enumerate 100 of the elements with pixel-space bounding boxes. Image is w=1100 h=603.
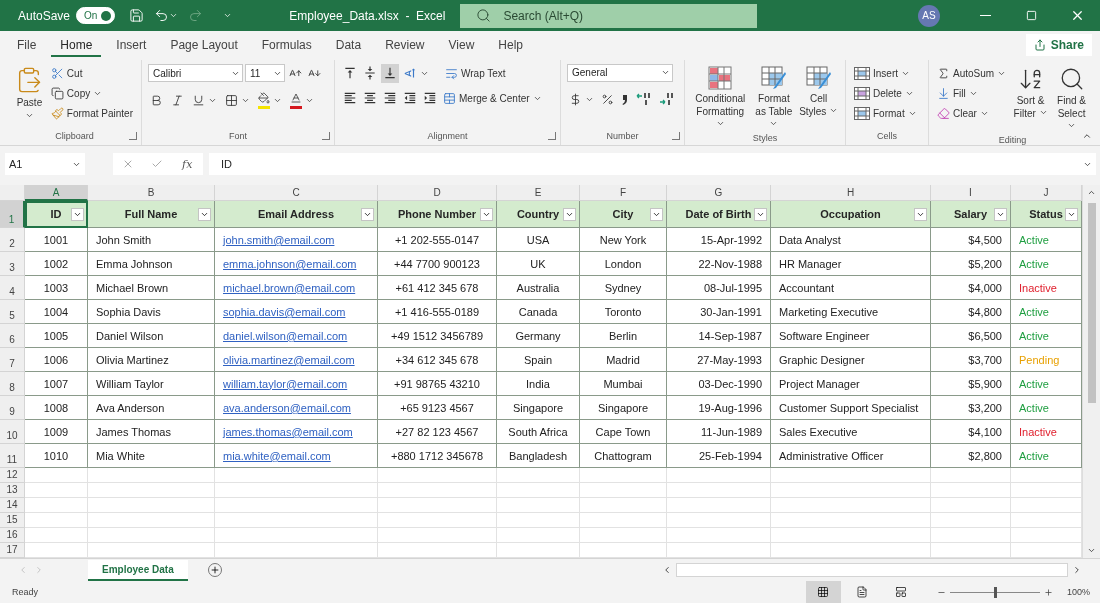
paste-button[interactable]: Paste	[14, 63, 45, 131]
menu-tab[interactable]: Help	[489, 33, 532, 57]
empty-cell[interactable]	[215, 483, 378, 499]
cells-button[interactable]: Insert	[852, 63, 919, 83]
menu-tab[interactable]: Data	[326, 33, 371, 57]
empty-cell[interactable]	[771, 528, 931, 544]
empty-cell[interactable]	[215, 513, 378, 529]
scroll-right-icon[interactable]	[1072, 565, 1082, 576]
filter-button[interactable]	[480, 208, 493, 222]
customize-toolbar-button[interactable]	[223, 11, 233, 20]
empty-cell[interactable]	[88, 468, 215, 484]
column-header[interactable]: I	[931, 185, 1011, 202]
empty-cell[interactable]	[215, 498, 378, 514]
row-number[interactable]: 6	[0, 324, 25, 349]
empty-cell[interactable]	[88, 543, 215, 559]
scroll-thumb[interactable]	[1087, 203, 1096, 404]
clear-button[interactable]: Clear	[935, 103, 1009, 123]
empty-cell[interactable]	[497, 468, 580, 484]
menu-tab[interactable]: Page Layout	[161, 33, 247, 57]
column-header[interactable]: B	[88, 185, 215, 202]
row-number[interactable]: 10	[0, 420, 25, 445]
email-link[interactable]: daniel.wilson@email.com	[223, 329, 348, 342]
empty-cell[interactable]	[378, 543, 497, 559]
empty-cell[interactable]	[580, 468, 667, 484]
user-avatar[interactable]: AS	[918, 4, 940, 27]
scroll-left-icon[interactable]	[662, 565, 672, 576]
cut-button[interactable]: Cut	[48, 63, 135, 83]
email-link[interactable]: william.taylor@email.com	[223, 377, 348, 390]
empty-cell[interactable]	[580, 543, 667, 559]
column-header[interactable]: E	[497, 185, 580, 202]
empty-cell[interactable]	[88, 498, 215, 514]
email-link[interactable]: michael.brown@email.com	[223, 281, 356, 294]
column-header[interactable]: F	[580, 185, 667, 202]
empty-cell[interactable]	[580, 498, 667, 514]
column-header[interactable]: C	[215, 185, 378, 202]
search-field[interactable]: Search (Alt+Q)	[460, 3, 758, 28]
row-number[interactable]: 13	[0, 483, 25, 499]
autosum-button[interactable]: AutoSum	[935, 63, 1009, 83]
filter-button[interactable]	[198, 208, 211, 222]
row-number[interactable]: 15	[0, 513, 25, 529]
merge-center-button[interactable]: Merge & Center	[441, 88, 544, 108]
empty-cell[interactable]	[88, 528, 215, 544]
row-number[interactable]: 14	[0, 498, 25, 514]
empty-cell[interactable]	[667, 513, 771, 529]
menu-tab[interactable]: File	[8, 33, 46, 57]
sort-filter-button[interactable]: Sort & Filter	[1012, 63, 1050, 135]
row-number[interactable]: 8	[0, 372, 25, 397]
zoom-thumb[interactable]	[993, 586, 997, 598]
filter-button[interactable]	[754, 208, 767, 222]
filter-button[interactable]	[361, 208, 374, 222]
autosave-toggle[interactable]: On	[76, 7, 116, 24]
empty-cell[interactable]	[771, 498, 931, 514]
empty-cell[interactable]	[667, 468, 771, 484]
dialog-launcher-icon[interactable]	[672, 131, 680, 140]
empty-cell[interactable]	[215, 543, 378, 559]
filter-button[interactable]	[1065, 208, 1078, 222]
redo-button[interactable]	[188, 8, 204, 23]
empty-cell[interactable]	[931, 468, 1011, 484]
empty-cell[interactable]	[215, 528, 378, 544]
email-link[interactable]: sophia.davis@email.com	[223, 305, 346, 318]
share-button[interactable]: Share	[1025, 34, 1092, 57]
menu-tab[interactable]: View	[439, 33, 484, 57]
insert-function-button[interactable]: fx	[180, 157, 195, 171]
row-number[interactable]: 11	[0, 444, 25, 469]
column-header[interactable]: A	[25, 185, 88, 202]
column-header[interactable]: D	[378, 185, 497, 202]
copy-button[interactable]: Copy	[48, 83, 135, 103]
horizontal-scrollbar[interactable]	[676, 563, 1068, 578]
empty-cell[interactable]	[215, 468, 378, 484]
empty-cell[interactable]	[378, 528, 497, 544]
wrap-text-button[interactable]: Wrap Text	[443, 63, 508, 83]
email-link[interactable]: james.thomas@email.com	[223, 425, 353, 438]
style-button[interactable]: Conditional Formatting	[691, 63, 750, 133]
name-box[interactable]: A1	[5, 153, 85, 176]
cells-button[interactable]: Delete	[852, 83, 919, 103]
empty-cell[interactable]	[88, 513, 215, 529]
bottom-align-button[interactable]	[381, 63, 399, 83]
empty-cell[interactable]	[88, 483, 215, 499]
empty-cell[interactable]	[931, 528, 1011, 544]
empty-cell[interactable]	[497, 513, 580, 529]
number-format-dropdown[interactable]: General	[567, 63, 673, 82]
email-link[interactable]: mia.white@email.com	[223, 449, 331, 462]
empty-cell[interactable]	[667, 498, 771, 514]
empty-cell[interactable]	[667, 543, 771, 559]
email-link[interactable]: john.smith@email.com	[223, 233, 335, 246]
empty-cell[interactable]	[931, 513, 1011, 529]
menu-tab[interactable]: Insert	[107, 33, 156, 57]
empty-cell[interactable]	[931, 543, 1011, 559]
formula-input[interactable]: ID	[209, 153, 1096, 176]
filter-button[interactable]	[563, 208, 576, 222]
empty-cell[interactable]	[378, 483, 497, 499]
zoom-in-icon[interactable]	[1043, 587, 1053, 597]
row-number[interactable]: 1	[0, 201, 25, 229]
empty-cell[interactable]	[378, 498, 497, 514]
column-header[interactable]: G	[667, 185, 771, 202]
row-number[interactable]: 5	[0, 300, 25, 325]
empty-cell[interactable]	[497, 543, 580, 559]
empty-cell[interactable]	[580, 513, 667, 529]
empty-cell[interactable]	[667, 528, 771, 544]
empty-cell[interactable]	[580, 528, 667, 544]
